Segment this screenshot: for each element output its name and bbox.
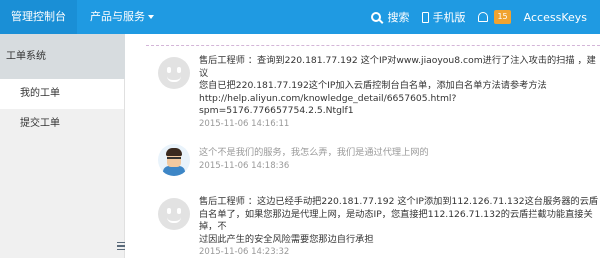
products-services-label: 产品与服务 — [90, 10, 145, 23]
search-label: 搜索 — [387, 11, 410, 24]
reply-text-line: http://help.aliyun.com/knowledge_detail/… — [199, 92, 457, 104]
bell-icon — [478, 12, 489, 22]
search-icon — [371, 12, 382, 22]
sidebar-item-my-tickets[interactable]: 我的工单 — [0, 79, 124, 109]
sidebar-title: 工单系统 — [0, 34, 125, 79]
user-avatar — [158, 144, 190, 176]
console-home-link[interactable]: 管理控制台 — [0, 0, 77, 34]
reply-timestamp: 2015-11-06 14:16:11 — [199, 118, 290, 129]
search-button[interactable]: 搜索 — [371, 9, 409, 25]
mobile-version-button[interactable]: 手机版 — [422, 9, 465, 25]
mobile-version-label: 手机版 — [432, 11, 466, 24]
accesskeys-link[interactable]: AccessKeys — [524, 11, 587, 24]
sidebar-item-submit-ticket[interactable]: 提交工单 — [0, 109, 124, 139]
reply-text-line: spm=5176.776657754.2.5.Ntglf1 — [199, 105, 354, 117]
sidebar: 工单系统 我的工单 提交工单 — [0, 34, 125, 258]
reply-text-line: 您自已把220.181.77.192这个IP加入云盾控制台白名单，添加白名单方法… — [199, 80, 547, 92]
reply-text-line: 售后工程师 ：这边已经手动把220.181.77.192 这个IP添加到112.… — [199, 196, 599, 207]
top-navigation-bar: 管理控制台 产品与服务 搜索 手机版 15 AccessKeys — [0, 0, 600, 34]
notification-count-badge: 15 — [494, 10, 511, 24]
ticket-conversation: 售后工程师 ：查询到220.181.77.192 这个IP对www.jiaoyo… — [126, 34, 600, 258]
top-right-actions: 搜索 手机版 15 AccessKeys — [371, 0, 600, 34]
reply-timestamp: 2015-11-06 14:23:32 — [199, 247, 290, 258]
notifications-button[interactable]: 15 — [478, 10, 511, 24]
phone-icon — [422, 11, 430, 23]
reply-text-line: 过因此产生的安全风险需要您那边自行承担 — [199, 233, 374, 245]
divider — [146, 45, 600, 46]
reply-text-line: 白名单了，如果您那边是代理上网，是动态IP，您直接把112.126.71.132… — [199, 208, 593, 233]
chevron-down-icon — [148, 15, 154, 19]
products-services-menu[interactable]: 产品与服务 — [90, 0, 154, 34]
engineer-avatar — [158, 198, 190, 230]
reply-text-line: 售后工程师 ：查询到220.181.77.192 这个IP对www.jiaoyo… — [199, 55, 596, 79]
engineer-avatar — [158, 57, 190, 89]
reply-text-line: 这个不是我们的服务，我怎么弄，我们是通过代理上网的 — [199, 147, 429, 158]
sidebar-collapse-icon[interactable] — [117, 241, 125, 253]
reply-timestamp: 2015-11-06 14:18:36 — [199, 160, 290, 171]
